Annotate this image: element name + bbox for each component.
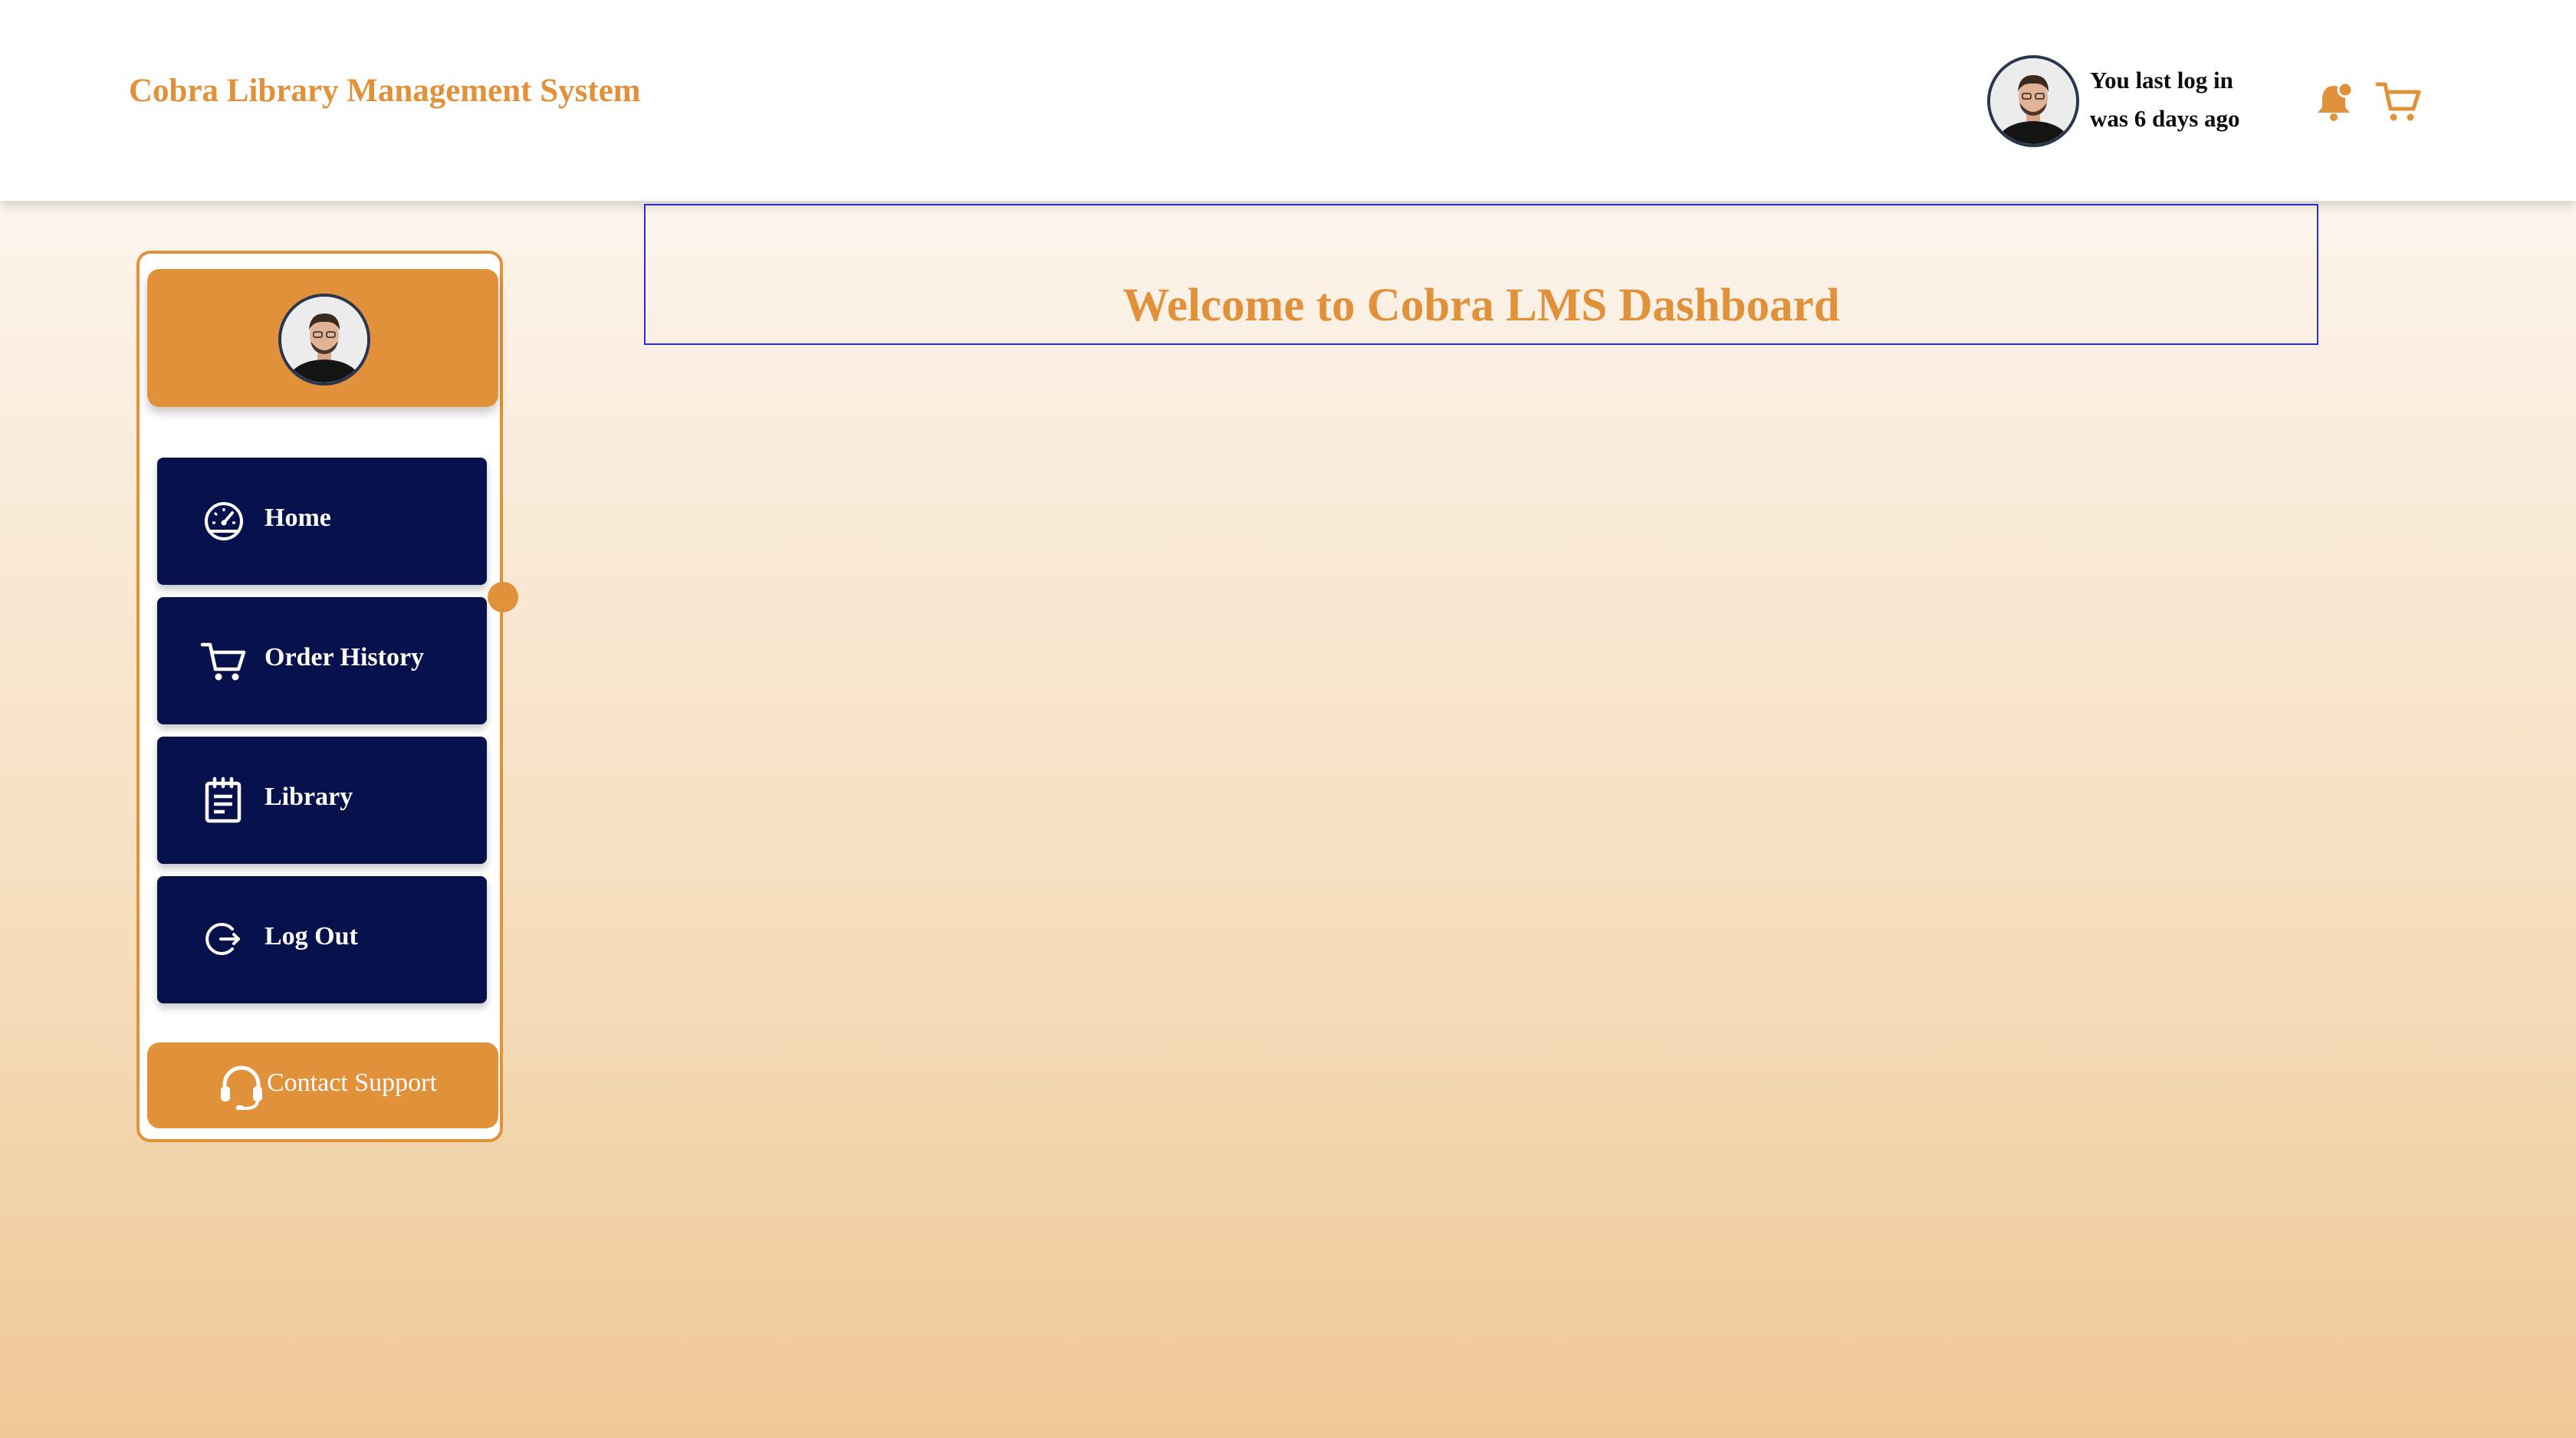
sidebar-item-label: Home xyxy=(264,504,331,532)
app-title: Cobra Library Management System xyxy=(129,73,641,109)
last-login-text: You last log in was 6 days ago xyxy=(2090,61,2274,138)
headset-icon xyxy=(218,1062,265,1110)
sidebar-item-label: Library xyxy=(264,783,353,811)
header-avatar[interactable] xyxy=(1987,55,2079,147)
contact-support-button[interactable]: Contact Support xyxy=(147,1042,498,1128)
welcome-title: Welcome to Cobra LMS Dashboard xyxy=(1122,280,1840,331)
logout-icon xyxy=(200,916,248,964)
sidebar-item-label: Order History xyxy=(264,643,425,671)
sidebar-collapse-handle[interactable] xyxy=(488,582,518,612)
cart-icon xyxy=(2375,82,2421,121)
notifications-button[interactable] xyxy=(2314,80,2357,123)
welcome-banner: Welcome to Cobra LMS Dashboard xyxy=(644,204,2318,345)
cart-icon xyxy=(200,637,248,685)
cart-button[interactable] xyxy=(2375,78,2423,126)
clipboard-list-icon xyxy=(200,776,248,824)
sidebar-item-order-history[interactable]: Order History xyxy=(157,597,487,724)
sidebar-avatar[interactable] xyxy=(278,294,370,386)
dashboard-gauge-icon xyxy=(200,497,248,545)
avatar-icon xyxy=(1990,58,2076,144)
bell-icon xyxy=(2318,81,2354,121)
top-header: Cobra Library Management System You last… xyxy=(0,0,2576,201)
sidebar-item-label: Log Out xyxy=(264,922,358,950)
last-login-line-1: You last log in xyxy=(2090,67,2233,94)
avatar-icon xyxy=(281,297,367,382)
sidebar-item-home[interactable]: Home xyxy=(157,458,487,585)
sidebar-item-library[interactable]: Library xyxy=(157,737,487,864)
contact-support-label: Contact Support xyxy=(267,1069,437,1097)
sidebar-item-log-out[interactable]: Log Out xyxy=(157,876,487,1003)
last-login-line-2: was 6 days ago xyxy=(2090,105,2240,132)
profile-card xyxy=(147,269,498,407)
sidebar: Home Order History Library Log Out Conta… xyxy=(136,251,503,1142)
